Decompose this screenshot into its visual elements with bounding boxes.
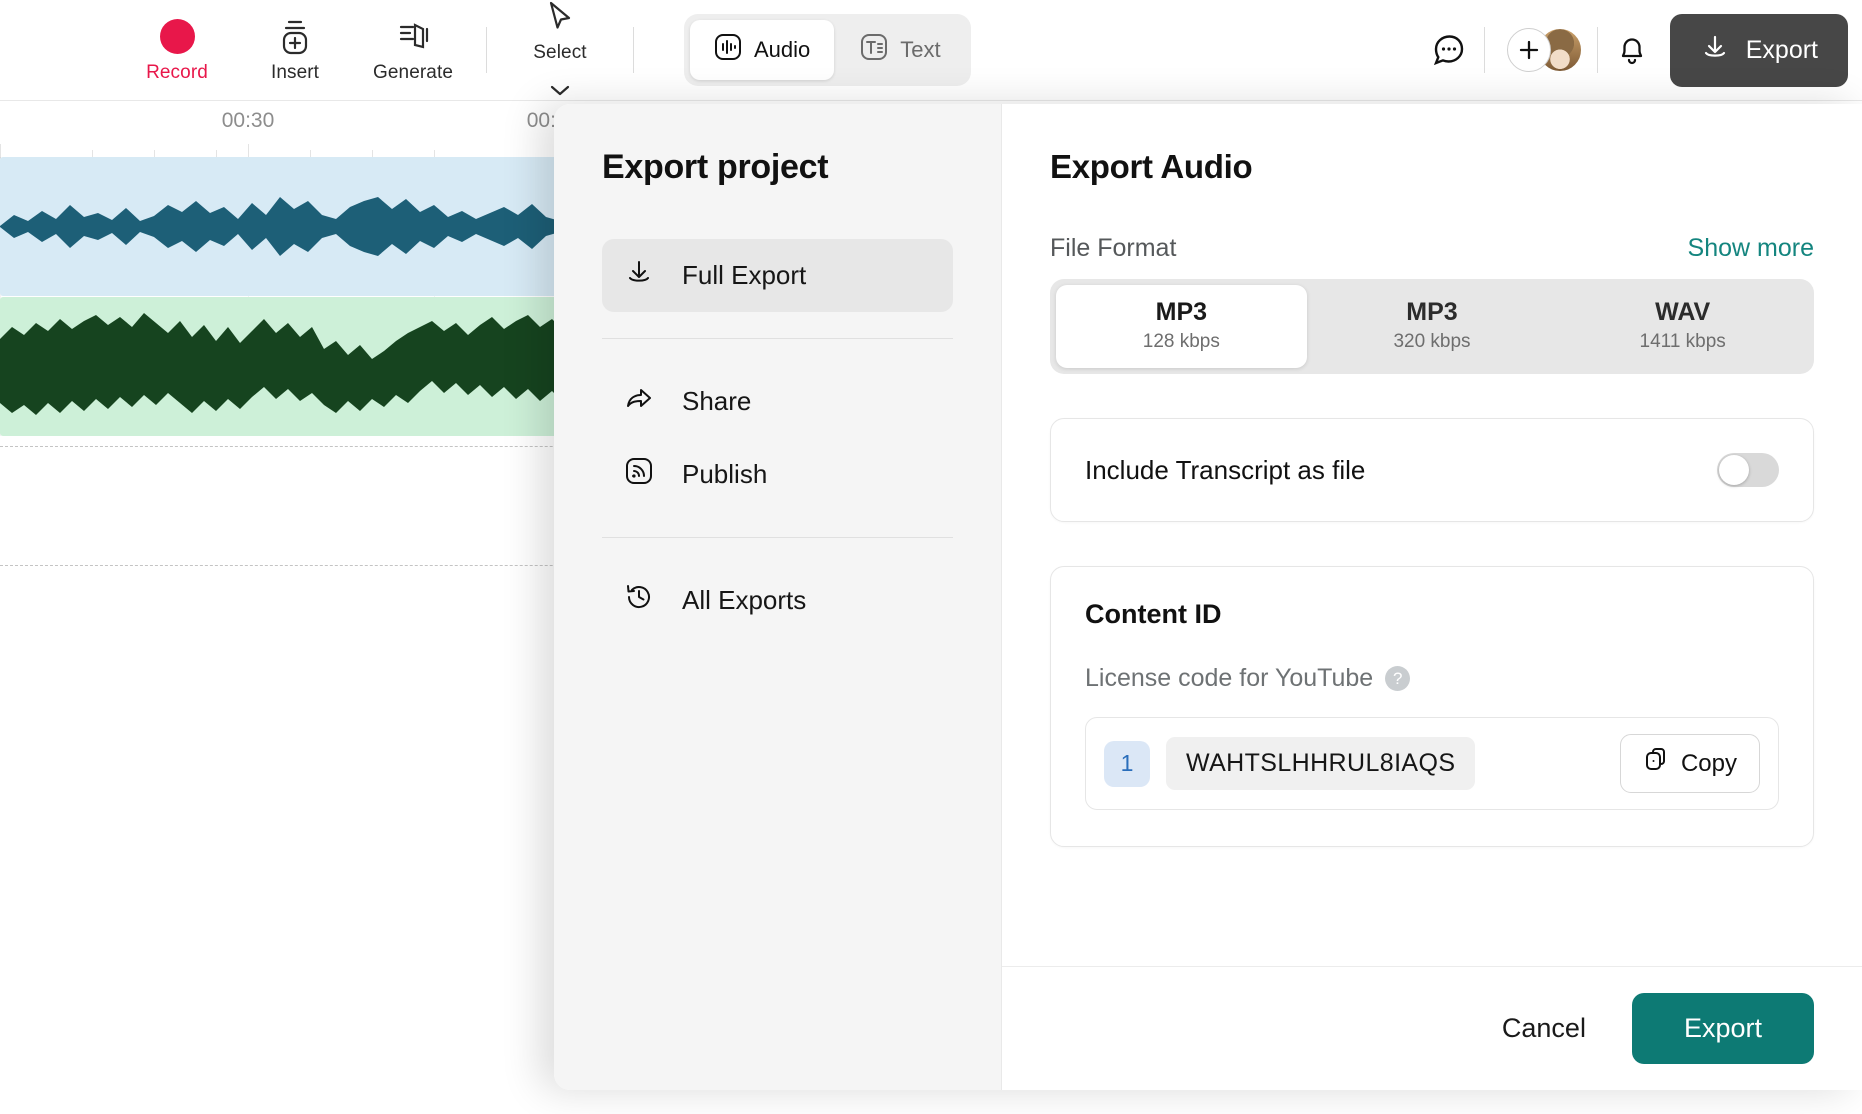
license-code-value[interactable]: WAHTSLHHRUL8IAQS <box>1166 737 1475 790</box>
app-root: Record Insert <box>0 0 1862 1114</box>
audio-waveform-icon <box>714 33 742 67</box>
sidebar-item-full-export-label: Full Export <box>682 260 806 291</box>
history-clock-icon <box>624 582 654 619</box>
generate-button[interactable]: Generate <box>354 17 472 84</box>
file-format-header: File Format Show more <box>1050 234 1814 263</box>
license-code-row: License code for YouTube ? <box>1085 664 1779 693</box>
transcript-toggle[interactable] <box>1717 453 1779 487</box>
content-id-card: Content ID License code for YouTube ? 1 … <box>1050 566 1814 847</box>
export-audio-title: Export Audio <box>1050 148 1814 186</box>
format-name: MP3 <box>1056 298 1307 327</box>
toggle-knob <box>1719 455 1749 485</box>
cancel-button[interactable]: Cancel <box>1492 1001 1596 1056</box>
toolbar-export-label: Export <box>1746 36 1818 65</box>
sidebar-item-full-export[interactable]: Full Export <box>602 239 953 312</box>
file-format-selector: MP3 128 kbps MP3 320 kbps WAV 1411 kbps <box>1050 279 1814 374</box>
sidebar-divider-2 <box>602 537 953 538</box>
sidebar-item-all-exports[interactable]: All Exports <box>602 564 953 637</box>
format-bitrate: 320 kbps <box>1307 331 1558 353</box>
insert-button[interactable]: Insert <box>236 17 354 84</box>
comment-bubble-icon[interactable] <box>1428 29 1470 71</box>
transcript-card: Include Transcript as file <box>1050 418 1814 522</box>
license-code-label: License code for YouTube <box>1085 664 1373 693</box>
insert-plus-icon <box>277 17 313 57</box>
modal-footer: Cancel Export <box>1002 966 1862 1090</box>
toolbar-export-button[interactable]: Export <box>1670 14 1848 87</box>
rss-publish-icon <box>624 456 654 493</box>
toolbar-divider-4 <box>1597 27 1598 73</box>
record-dot-icon <box>160 17 195 57</box>
modal-nav: Full Export Share <box>602 239 953 637</box>
license-code-index: 1 <box>1104 741 1150 787</box>
generate-label: Generate <box>373 62 453 84</box>
tab-audio-label: Audio <box>754 37 810 63</box>
add-collaborator-button[interactable] <box>1507 28 1551 72</box>
toolbar-divider-3 <box>1484 27 1485 73</box>
modal-body: Export Audio File Format Show more MP3 1… <box>1002 104 1862 966</box>
format-bitrate: 128 kbps <box>1056 331 1307 353</box>
modal-main: Export Audio File Format Show more MP3 1… <box>1002 104 1862 1090</box>
record-button[interactable]: Record <box>118 17 236 84</box>
toolbar-divider-2 <box>633 27 634 73</box>
file-format-label: File Format <box>1050 234 1176 263</box>
format-option-wav-1411[interactable]: WAV 1411 kbps <box>1557 285 1808 368</box>
modal-sidebar: Export project Full Export <box>554 104 1002 1090</box>
collaborators <box>1507 27 1583 73</box>
transcript-row: Include Transcript as file <box>1051 419 1813 521</box>
format-name: WAV <box>1557 298 1808 327</box>
tab-audio[interactable]: Audio <box>690 20 834 80</box>
transcript-label: Include Transcript as file <box>1085 455 1365 486</box>
show-more-link[interactable]: Show more <box>1688 234 1814 263</box>
modal-title: Export project <box>602 148 953 187</box>
content-id-title: Content ID <box>1085 599 1779 630</box>
sidebar-item-share-label: Share <box>682 386 751 417</box>
share-arrow-icon <box>624 383 654 420</box>
format-bitrate: 1411 kbps <box>1557 331 1808 353</box>
sidebar-item-all-exports-label: All Exports <box>682 585 806 616</box>
format-option-mp3-128[interactable]: MP3 128 kbps <box>1056 285 1307 368</box>
chevron-down-icon[interactable] <box>548 66 572 103</box>
toolbar-divider-1 <box>486 27 487 73</box>
mode-switch: Audio Text <box>684 14 971 86</box>
top-toolbar: Record Insert <box>0 0 1862 101</box>
export-modal: Export project Full Export <box>554 104 1862 1090</box>
copy-button[interactable]: Copy <box>1620 734 1760 793</box>
sidebar-divider-1 <box>602 338 953 339</box>
export-button[interactable]: Export <box>1632 993 1814 1064</box>
license-code-box: 1 WAHTSLHHRUL8IAQS C <box>1085 717 1779 810</box>
download-icon <box>624 257 654 294</box>
generate-waveform-icon <box>395 17 431 57</box>
sidebar-item-publish-label: Publish <box>682 459 767 490</box>
sidebar-item-publish[interactable]: Publish <box>602 438 953 511</box>
copy-icon <box>1643 747 1669 780</box>
sidebar-item-share[interactable]: Share <box>602 365 953 438</box>
record-label: Record <box>146 62 208 84</box>
format-option-mp3-320[interactable]: MP3 320 kbps <box>1307 285 1558 368</box>
select-label: Select <box>533 42 586 64</box>
format-name: MP3 <box>1307 298 1558 327</box>
insert-label: Insert <box>271 62 319 84</box>
download-icon <box>1700 32 1730 69</box>
help-icon[interactable]: ? <box>1385 666 1410 691</box>
select-button[interactable]: Select <box>501 0 619 103</box>
copy-label: Copy <box>1681 750 1737 778</box>
cursor-arrow-icon <box>544 0 576 37</box>
tab-text-label: Text <box>900 37 940 63</box>
tab-text[interactable]: Text <box>836 20 964 80</box>
text-lines-icon <box>860 33 888 67</box>
bell-icon[interactable] <box>1612 29 1652 71</box>
